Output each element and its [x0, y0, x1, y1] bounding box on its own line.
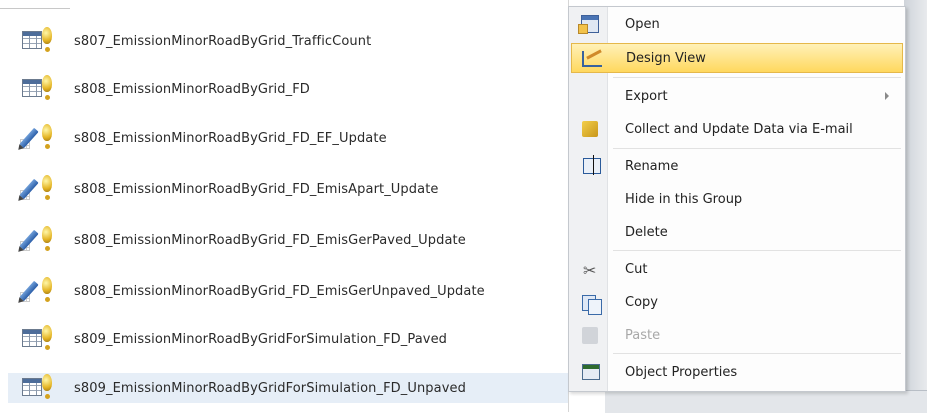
object-name: s809_EmissionMinorRoadByGridForSimulatio… [74, 380, 466, 396]
submenu-arrow-icon [885, 92, 889, 100]
object-name: s808_EmissionMinorRoadByGrid_FD_EmisGerP… [74, 232, 466, 248]
menu-item-open[interactable]: Open [571, 9, 903, 39]
list-item[interactable]: s808_EmissionMinorRoadByGrid_FD [8, 74, 568, 104]
list-item-selected[interactable]: s809_EmissionMinorRoadByGridForSimulatio… [8, 373, 568, 403]
update-query-icon [19, 174, 66, 204]
object-name: s808_EmissionMinorRoadByGrid_FD [74, 81, 310, 97]
menu-item-object-properties[interactable]: Object Properties [571, 357, 903, 387]
menu-separator [613, 353, 901, 354]
table-query-icon [20, 26, 66, 56]
top-divider [0, 0, 70, 9]
object-name: s808_EmissionMinorRoadByGrid_FD_EmisApar… [74, 181, 439, 197]
open-icon [577, 13, 605, 35]
collect-data-icon [577, 118, 605, 140]
status-area [605, 390, 927, 413]
copy-icon [577, 291, 605, 315]
list-item[interactable]: s808_EmissionMinorRoadByGrid_FD_EmisGerU… [8, 276, 568, 306]
menu-item-hide-in-group[interactable]: Hide in this Group [571, 184, 903, 214]
object-name: s807_EmissionMinorRoadByGrid_TrafficCoun… [74, 33, 372, 49]
design-view-icon [578, 47, 606, 69]
menu-separator [613, 148, 901, 149]
context-menu: Open Design View Export Collect and Upda… [568, 6, 906, 392]
table-query-icon [20, 324, 66, 354]
menu-item-cut[interactable]: ✂ Cut [571, 254, 903, 284]
table-query-icon [20, 373, 66, 403]
menu-item-design-view[interactable]: Design View [571, 43, 903, 73]
menu-item-collect-update[interactable]: Collect and Update Data via E-mail [571, 114, 903, 144]
list-item[interactable]: s807_EmissionMinorRoadByGrid_TrafficCoun… [8, 26, 568, 56]
table-query-icon [20, 74, 66, 104]
update-query-icon [19, 225, 66, 255]
object-name: s808_EmissionMinorRoadByGrid_FD_EF_Updat… [74, 130, 387, 146]
menu-item-export[interactable]: Export [571, 81, 903, 111]
paste-icon [577, 324, 605, 346]
workspace-edge [904, 0, 927, 412]
list-item[interactable]: s808_EmissionMinorRoadByGrid_FD_EmisApar… [8, 174, 568, 204]
menu-item-copy[interactable]: Copy [571, 287, 903, 317]
menu-item-delete[interactable]: Delete [571, 217, 903, 247]
menu-separator [613, 77, 901, 78]
cut-icon: ✂ [583, 261, 597, 280]
list-item[interactable]: s809_EmissionMinorRoadByGridForSimulatio… [8, 324, 568, 354]
list-item[interactable]: s808_EmissionMinorRoadByGrid_FD_EF_Updat… [8, 123, 568, 153]
menu-item-paste: Paste [571, 320, 903, 350]
menu-item-rename[interactable]: Rename [571, 151, 903, 181]
update-query-icon [19, 276, 66, 306]
update-query-icon [19, 123, 66, 153]
menu-separator [613, 250, 901, 251]
properties-icon [577, 361, 605, 383]
list-item[interactable]: s808_EmissionMinorRoadByGrid_FD_EmisGerP… [8, 225, 568, 255]
object-name: s808_EmissionMinorRoadByGrid_FD_EmisGerU… [74, 283, 485, 299]
object-name: s809_EmissionMinorRoadByGridForSimulatio… [74, 331, 448, 347]
rename-icon [577, 155, 605, 177]
